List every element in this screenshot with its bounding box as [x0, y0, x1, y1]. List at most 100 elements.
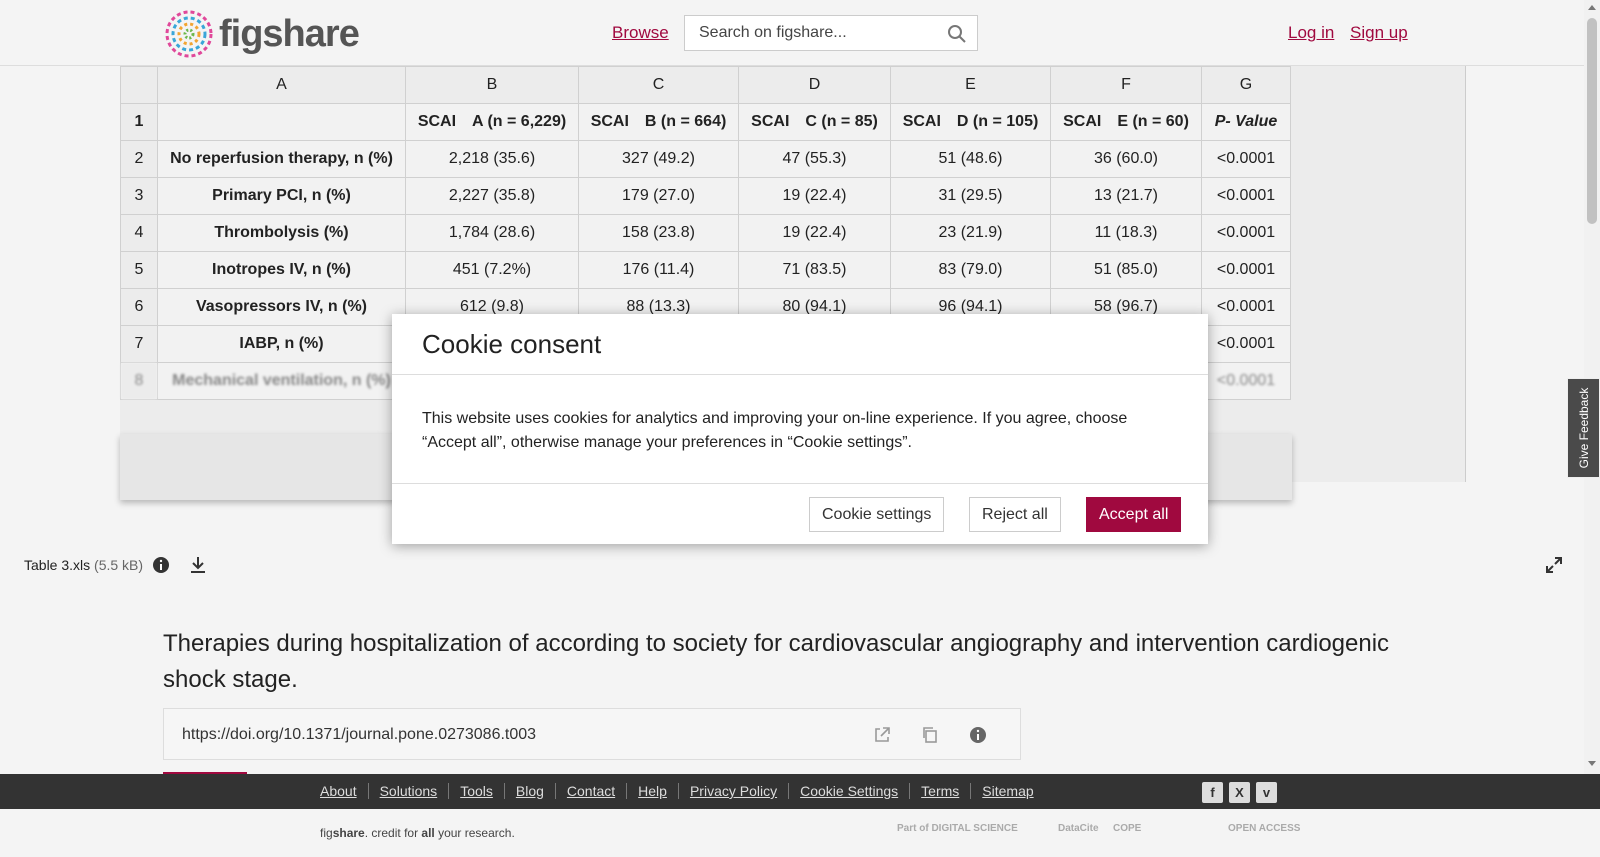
figshare-logo[interactable]: figshare — [163, 8, 360, 60]
footer-link-help[interactable]: Help — [626, 783, 678, 799]
table-cell[interactable]: 327 (49.2) — [578, 140, 739, 178]
search-input[interactable] — [685, 16, 935, 50]
row-number[interactable]: 7 — [120, 325, 158, 363]
external-link-icon[interactable] — [872, 725, 892, 745]
datacite-logo[interactable]: DataCite — [1058, 823, 1099, 834]
table-cell[interactable]: 176 (11.4) — [578, 251, 739, 289]
table-cell[interactable]: 158 (23.8) — [578, 214, 739, 252]
column-header[interactable]: B — [405, 66, 579, 104]
doi-info-icon[interactable] — [968, 725, 988, 745]
logo-text: figshare — [219, 12, 360, 55]
table-cell[interactable]: <0.0001 — [1201, 362, 1291, 400]
footer-link-blog[interactable]: Blog — [503, 783, 555, 799]
table-cell[interactable]: 1,784 (28.6) — [405, 214, 579, 252]
give-feedback-tab[interactable]: Give Feedback — [1567, 378, 1600, 478]
table-cell[interactable]: 179 (27.0) — [578, 177, 739, 215]
table-cell[interactable]: 36 (60.0) — [1050, 140, 1202, 178]
copy-icon[interactable] — [920, 725, 940, 745]
row-number[interactable]: 4 — [120, 214, 158, 252]
site-header: figshare Browse Log in Sign up — [0, 0, 1584, 66]
signup-link[interactable]: Sign up — [1350, 23, 1408, 43]
table-cell[interactable]: <0.0001 — [1201, 214, 1291, 252]
row-number[interactable]: 2 — [120, 140, 158, 178]
open-access-logo[interactable]: OPEN ACCESS — [1228, 823, 1300, 834]
table-cell[interactable]: <0.0001 — [1201, 140, 1291, 178]
table-cell[interactable]: 51 (85.0) — [1050, 251, 1202, 289]
table-cell[interactable] — [157, 103, 406, 141]
column-header[interactable] — [120, 66, 158, 104]
doi-link[interactable]: https://doi.org/10.1371/journal.pone.027… — [182, 726, 536, 744]
cookie-settings-button[interactable]: Cookie settings — [809, 497, 945, 532]
column-header[interactable]: F — [1050, 66, 1202, 104]
x-twitter-icon[interactable]: X — [1229, 782, 1250, 803]
table-cell[interactable]: Mechanical ventilation, n (%) — [157, 362, 406, 400]
table-cell[interactable]: SCAI E (n = 60) — [1050, 103, 1202, 141]
item-details: Therapies during hospitalization of acco… — [0, 582, 1584, 776]
footer-link-contact[interactable]: Contact — [554, 783, 626, 799]
facebook-icon[interactable]: f — [1202, 782, 1223, 803]
column-header[interactable]: E — [890, 66, 1051, 104]
accept-all-button[interactable]: Accept all — [1086, 497, 1182, 532]
footer-link-cookie-settings[interactable]: Cookie Settings — [788, 783, 909, 799]
table-cell[interactable]: 83 (79.0) — [890, 251, 1051, 289]
credit-suffix: your research. — [434, 826, 515, 840]
row-number[interactable]: 6 — [120, 288, 158, 326]
table-cell[interactable]: <0.0001 — [1201, 288, 1291, 326]
table-cell[interactable]: 19 (22.4) — [738, 177, 891, 215]
footer-link-terms[interactable]: Terms — [909, 783, 970, 799]
row-number[interactable]: 5 — [120, 251, 158, 289]
table-cell[interactable]: 19 (22.4) — [738, 214, 891, 252]
row-number[interactable]: 1 — [120, 103, 158, 141]
table-cell[interactable]: SCAI A (n = 6,229) — [405, 103, 579, 141]
footer-link-tools[interactable]: Tools — [448, 783, 504, 799]
footer-link-solutions[interactable]: Solutions — [367, 783, 449, 799]
table-cell[interactable]: Primary PCI, n (%) — [157, 177, 406, 215]
table-row: 3 Primary PCI, n (%) 2,227 (35.8) 179 (27.0… — [120, 177, 1291, 215]
column-header[interactable]: D — [738, 66, 891, 104]
column-header[interactable]: G — [1201, 66, 1291, 104]
row-number[interactable]: 3 — [120, 177, 158, 215]
table-cell[interactable]: Vasopressors IV, n (%) — [157, 288, 406, 326]
table-cell[interactable]: 2,227 (35.8) — [405, 177, 579, 215]
vimeo-icon[interactable]: v — [1256, 782, 1277, 803]
info-icon[interactable] — [151, 555, 171, 575]
footer-link-privacy-policy[interactable]: Privacy Policy — [677, 783, 788, 799]
scroll-thumb[interactable] — [1587, 18, 1597, 224]
table-cell[interactable]: 2,218 (35.6) — [405, 140, 579, 178]
fullscreen-icon[interactable] — [1545, 556, 1563, 574]
table-cell[interactable]: 31 (29.5) — [890, 177, 1051, 215]
login-link[interactable]: Log in — [1288, 23, 1334, 43]
row-number[interactable]: 8 — [120, 362, 158, 400]
browse-link[interactable]: Browse — [612, 23, 669, 43]
digital-science-logo[interactable]: Part of DIGITAL SCIENCE — [897, 823, 1018, 834]
download-icon[interactable] — [188, 555, 208, 575]
table-cell[interactable]: P- Value — [1201, 103, 1291, 141]
table-cell[interactable]: 13 (21.7) — [1050, 177, 1202, 215]
cope-logo[interactable]: COPE — [1113, 823, 1141, 834]
table-cell[interactable]: Inotropes IV, n (%) — [157, 251, 406, 289]
table-cell[interactable]: SCAI C (n = 85) — [738, 103, 891, 141]
footer-link-sitemap[interactable]: Sitemap — [970, 783, 1044, 799]
table-cell[interactable]: <0.0001 — [1201, 325, 1291, 363]
reject-all-button[interactable]: Reject all — [969, 497, 1061, 532]
table-cell[interactable]: 23 (21.9) — [890, 214, 1051, 252]
table-cell[interactable]: 47 (55.3) — [738, 140, 891, 178]
table-cell[interactable]: IABP, n (%) — [157, 325, 406, 363]
search-icon[interactable] — [947, 24, 967, 44]
table-cell[interactable]: SCAI D (n = 105) — [890, 103, 1051, 141]
table-cell[interactable]: <0.0001 — [1201, 177, 1291, 215]
table-cell[interactable]: 451 (7.2%) — [405, 251, 579, 289]
footer-link-about[interactable]: About — [320, 783, 368, 799]
table-cell[interactable]: 71 (83.5) — [738, 251, 891, 289]
column-header[interactable]: C — [578, 66, 739, 104]
table-cell[interactable]: 11 (18.3) — [1050, 214, 1202, 252]
table-cell[interactable]: No reperfusion therapy, n (%) — [157, 140, 406, 178]
table-cell[interactable]: <0.0001 — [1201, 251, 1291, 289]
column-header[interactable]: A — [157, 66, 406, 104]
table-cell[interactable]: SCAI B (n = 664) — [578, 103, 739, 141]
scroll-down-arrow-icon[interactable] — [1588, 761, 1596, 766]
table-cell[interactable]: Thrombolysis (%) — [157, 214, 406, 252]
doi-box: https://doi.org/10.1371/journal.pone.027… — [163, 708, 1021, 760]
table-cell[interactable]: 51 (48.6) — [890, 140, 1051, 178]
scroll-up-arrow-icon[interactable] — [1588, 5, 1596, 10]
